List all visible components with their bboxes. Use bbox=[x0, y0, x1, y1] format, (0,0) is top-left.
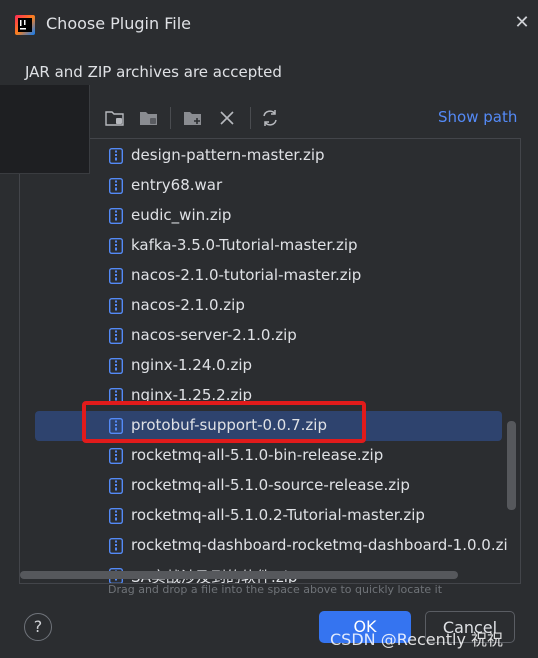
drag-drop-hint: Drag and drop a file into the space abov… bbox=[108, 583, 443, 596]
zip-file-icon bbox=[108, 267, 124, 285]
selection-highlight-box bbox=[82, 401, 366, 443]
home-folder-icon[interactable] bbox=[104, 107, 126, 129]
file-name: nacos-2.1.0-tutorial-master.zip bbox=[131, 266, 362, 284]
file-name: kafka-3.5.0-Tutorial-master.zip bbox=[131, 236, 358, 254]
zip-file-icon bbox=[108, 237, 124, 255]
refresh-icon[interactable] bbox=[259, 107, 281, 129]
list-item[interactable]: entry68.war bbox=[20, 171, 500, 201]
show-path-link[interactable]: Show path bbox=[438, 108, 517, 126]
zip-file-icon bbox=[108, 507, 124, 525]
file-name: rocketmq-all-5.1.0.2-Tutorial-master.zip bbox=[131, 506, 425, 524]
zip-file-icon bbox=[108, 327, 124, 345]
zip-file-icon bbox=[108, 537, 124, 555]
file-name: rocketmq-all-5.1.0-bin-release.zip bbox=[131, 446, 384, 464]
zip-file-icon bbox=[108, 147, 124, 165]
list-item[interactable]: nginx-1.24.0.zip bbox=[20, 351, 500, 381]
file-name: rocketmq-all-5.1.0-source-release.zip bbox=[131, 476, 410, 494]
zip-file-icon bbox=[108, 177, 124, 195]
file-name: eudic_win.zip bbox=[131, 206, 232, 224]
overlay-panel bbox=[0, 85, 90, 174]
list-item[interactable]: nacos-2.1.0-tutorial-master.zip bbox=[20, 261, 500, 291]
dialog-subtitle: JAR and ZIP archives are accepted bbox=[25, 63, 282, 81]
zip-file-icon bbox=[108, 447, 124, 465]
help-button[interactable]: ? bbox=[24, 613, 52, 641]
dialog-title: Choose Plugin File bbox=[46, 14, 191, 33]
list-item[interactable]: rocketmq-dashboard-rocketmq-dashboard-1.… bbox=[20, 531, 508, 561]
list-item[interactable]: nacos-2.1.0.zip bbox=[20, 291, 500, 321]
new-folder-icon[interactable] bbox=[182, 107, 204, 129]
file-name: entry68.war bbox=[131, 176, 223, 194]
vertical-scrollbar[interactable] bbox=[507, 421, 516, 510]
toolbar-separator bbox=[170, 107, 171, 129]
list-item[interactable]: rocketmq-all-5.1.0.2-Tutorial-master.zip bbox=[20, 501, 500, 531]
list-item[interactable]: eudic_win.zip bbox=[20, 201, 500, 231]
file-name: nacos-2.1.0.zip bbox=[131, 296, 245, 314]
watermark: CSDN @Recently 祝祝 bbox=[330, 630, 504, 649]
zip-file-icon bbox=[108, 477, 124, 495]
intellij-icon bbox=[14, 14, 36, 36]
toolbar-separator bbox=[250, 107, 251, 129]
zip-file-icon bbox=[108, 207, 124, 225]
delete-icon[interactable] bbox=[216, 107, 238, 129]
file-name: nginx-1.24.0.zip bbox=[131, 356, 253, 374]
list-item[interactable]: rocketmq-all-5.1.0-source-release.zip bbox=[20, 471, 500, 501]
zip-file-icon bbox=[108, 297, 124, 315]
list-item[interactable]: rocketmq-all-5.1.0-bin-release.zip bbox=[20, 441, 500, 471]
list-item[interactable]: nacos-server-2.1.0.zip bbox=[20, 321, 500, 351]
project-folder-icon[interactable] bbox=[138, 107, 160, 129]
list-item[interactable]: design-pattern-master.zip bbox=[20, 141, 500, 171]
file-name: nacos-server-2.1.0.zip bbox=[131, 326, 297, 344]
horizontal-scrollbar[interactable] bbox=[20, 571, 458, 579]
zip-file-icon bbox=[108, 357, 124, 375]
file-name: design-pattern-master.zip bbox=[131, 146, 325, 164]
file-name: rocketmq-dashboard-rocketmq-dashboard-1.… bbox=[131, 536, 508, 554]
close-icon[interactable]: ✕ bbox=[512, 13, 532, 33]
list-item[interactable]: kafka-3.5.0-Tutorial-master.zip bbox=[20, 231, 500, 261]
file-list[interactable]: design-pattern-master.zip entry68.war eudi… bbox=[19, 138, 521, 584]
